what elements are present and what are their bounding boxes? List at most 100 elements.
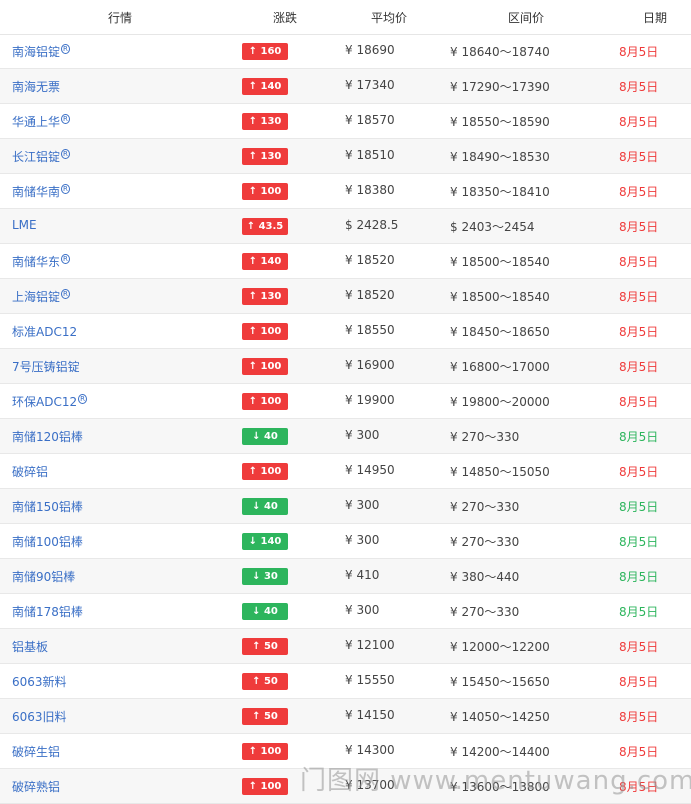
registered-mark-icon: R	[61, 254, 70, 264]
range-price: ¥ 18450～18650	[450, 325, 550, 339]
avg-price: ¥ 300	[345, 428, 380, 442]
row-name-link[interactable]: 南储178铝棒	[12, 603, 83, 620]
range-price: ¥ 15450～15650	[450, 675, 550, 689]
change-badge: ↑ 130	[242, 113, 288, 130]
avg-price: ¥ 18520	[345, 253, 395, 267]
avg-price: ¥ 18690	[345, 43, 395, 57]
row-name-link[interactable]: 破碎生铝	[12, 743, 60, 760]
row-date: 8月5日	[619, 255, 659, 269]
row-name: 南海无票	[12, 80, 61, 94]
row-name-link[interactable]: 南储120铝棒	[12, 428, 83, 445]
row-name-link[interactable]: 环保ADC12 R	[12, 393, 87, 410]
row-name: 铝基板	[12, 640, 49, 654]
row-name-link[interactable]: 华通上华 R	[12, 113, 70, 130]
avg-price: ¥ 18510	[345, 148, 395, 162]
row-date: 8月5日	[619, 360, 659, 374]
row-name-link[interactable]: 6063新料	[12, 673, 67, 690]
change-badge: ↑ 100	[242, 323, 288, 340]
table-row: 南储178铝棒 ↓ 40 ¥ 300 ¥ 270～330 8月5日	[0, 594, 691, 629]
row-name-link[interactable]: 南海无票	[12, 78, 60, 95]
row-name: 破碎生铝	[12, 745, 61, 759]
row-date: 8月5日	[619, 220, 659, 234]
row-name-link[interactable]: 南储华东 R	[12, 253, 70, 270]
row-name: 南储178铝棒	[12, 605, 83, 619]
range-price: ¥ 14850～15050	[450, 465, 550, 479]
row-date: 8月5日	[619, 605, 659, 619]
avg-price: ¥ 18570	[345, 113, 395, 127]
change-badge: ↑ 140	[242, 78, 288, 95]
range-price: ¥ 18350～18410	[450, 185, 550, 199]
row-date: 8月5日	[619, 675, 659, 689]
range-price: ¥ 270～330	[450, 605, 520, 619]
table-row: 环保ADC12 R ↑ 100 ¥ 19900 ¥ 19800～20000 8月5日	[0, 384, 691, 419]
row-date: 8月5日	[619, 115, 659, 129]
change-badge: ↑ 140	[242, 253, 288, 270]
table-row: 标准ADC12 ↑ 100 ¥ 18550 ¥ 18450～18650 8月5日	[0, 314, 691, 349]
range-price: ¥ 18500～18540	[450, 290, 550, 304]
change-badge: ↓ 40	[242, 603, 288, 620]
row-name: 长江铝锭	[12, 150, 61, 164]
row-name-link[interactable]: 6063旧料	[12, 708, 67, 725]
change-badge: ↑ 100	[242, 463, 288, 480]
row-name: 南储华东	[12, 255, 61, 269]
table-row: 6063旧料 ↑ 50 ¥ 14150 ¥ 14050～14250 8月5日	[0, 699, 691, 734]
row-name-link[interactable]: 南储100铝棒	[12, 533, 83, 550]
registered-mark-icon: R	[78, 394, 87, 404]
row-name-link[interactable]: 7号压铸铝锭	[12, 358, 80, 375]
row-name: 上海铝锭	[12, 290, 61, 304]
change-badge: ↑ 100	[242, 393, 288, 410]
change-badge: ↑ 100	[242, 183, 288, 200]
avg-price: ¥ 18380	[345, 183, 395, 197]
avg-price: ¥ 18550	[345, 323, 395, 337]
registered-mark-icon: R	[61, 44, 70, 54]
avg-price: ¥ 18520	[345, 288, 395, 302]
range-price: ¥ 18500～18540	[450, 255, 550, 269]
header-range: 区间价	[508, 11, 545, 25]
table-row: 7号压铸铝锭 ↑ 100 ¥ 16900 ¥ 16800～17000 8月5日	[0, 349, 691, 384]
table-row: 破碎铝 ↑ 100 ¥ 14950 ¥ 14850～15050 8月5日	[0, 454, 691, 489]
row-name: 6063新料	[12, 675, 67, 689]
table-row: 南储100铝棒 ↓ 140 ¥ 300 ¥ 270～330 8月5日	[0, 524, 691, 559]
change-badge: ↑ 43.5	[242, 218, 288, 235]
row-name-link[interactable]: 铝基板	[12, 638, 48, 655]
table-row: LME ↑ 43.5 $ 2428.5 $ 2403～2454 8月5日	[0, 209, 691, 244]
row-name-link[interactable]: 破碎铝	[12, 463, 48, 480]
row-name-link[interactable]: 长江铝锭 R	[12, 148, 70, 165]
row-date: 8月5日	[619, 465, 659, 479]
change-badge: ↑ 100	[242, 358, 288, 375]
row-name: 南储90铝棒	[12, 570, 76, 584]
range-price: $ 2403～2454	[450, 220, 535, 234]
header-name: 行情	[108, 11, 133, 25]
header-date: 日期	[643, 11, 668, 25]
change-badge: ↑ 100	[242, 778, 288, 795]
avg-price: $ 2428.5	[345, 218, 399, 232]
table-row: 南海无票 ↑ 140 ¥ 17340 ¥ 17290～17390 8月5日	[0, 69, 691, 104]
avg-price: ¥ 410	[345, 568, 380, 582]
row-name-link[interactable]: 标准ADC12	[12, 323, 77, 340]
row-date: 8月5日	[619, 570, 659, 584]
row-date: 8月5日	[619, 430, 659, 444]
row-name-link[interactable]: 南储华南 R	[12, 183, 70, 200]
avg-price: ¥ 19900	[345, 393, 395, 407]
row-name-link[interactable]: LME	[12, 218, 37, 232]
row-name-link[interactable]: 上海铝锭 R	[12, 288, 70, 305]
header-avg: 平均价	[371, 11, 408, 25]
row-name-link[interactable]: 破碎熟铝	[12, 778, 60, 795]
table-row: 南储150铝棒 ↓ 40 ¥ 300 ¥ 270～330 8月5日	[0, 489, 691, 524]
row-name-link[interactable]: 南储90铝棒	[12, 568, 75, 585]
table-row: 南储华南 R ↑ 100 ¥ 18380 ¥ 18350～18410 8月5日	[0, 174, 691, 209]
range-price: ¥ 12000～12200	[450, 640, 550, 654]
row-name-link[interactable]: 南储150铝棒	[12, 498, 83, 515]
range-price: ¥ 14050～14250	[450, 710, 550, 724]
table-row: 华通上华 R ↑ 130 ¥ 18570 ¥ 18550～18590 8月5日	[0, 104, 691, 139]
avg-price: ¥ 300	[345, 603, 380, 617]
table-row: 上海铝锭 R ↑ 130 ¥ 18520 ¥ 18500～18540 8月5日	[0, 279, 691, 314]
row-name: 南储华南	[12, 185, 61, 199]
row-date: 8月5日	[619, 185, 659, 199]
row-date: 8月5日	[619, 500, 659, 514]
avg-price: ¥ 14300	[345, 743, 395, 757]
range-price: ¥ 18550～18590	[450, 115, 550, 129]
table-header: 行情 涨跌 平均价 区间价 日期	[0, 0, 691, 35]
range-price: ¥ 18490～18530	[450, 150, 550, 164]
row-name-link[interactable]: 南海铝锭 R	[12, 43, 70, 60]
